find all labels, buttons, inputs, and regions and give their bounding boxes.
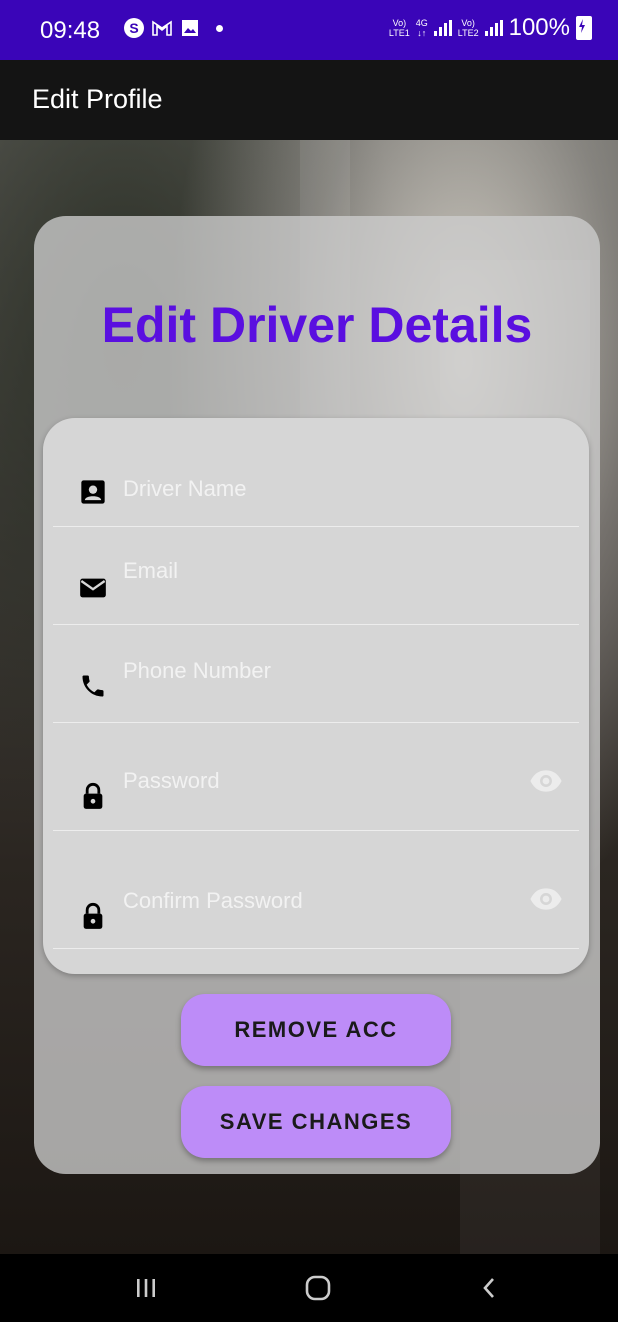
signal-2-icon: [484, 20, 503, 36]
driver-name-row: [53, 438, 579, 527]
phone-row: [53, 624, 579, 723]
confirm-password-row: [53, 830, 579, 949]
volte-1-icon: Vo) LTE1: [389, 18, 410, 38]
volte-2-icon: Vo) LTE2: [458, 18, 479, 38]
net-label: ↓↑: [417, 28, 427, 38]
password-input[interactable]: [121, 762, 505, 800]
dot-icon: [216, 24, 223, 32]
gmail-icon: [152, 18, 172, 38]
status-system-icons: Vo) LTE1 4G ↓↑ Vo) LTE2 100%: [389, 14, 592, 42]
phone-number-input[interactable]: [121, 652, 505, 690]
remove-account-button[interactable]: REMOVE ACC: [181, 994, 451, 1066]
person-icon: [79, 478, 107, 506]
battery-charging-icon: [576, 16, 592, 40]
home-icon[interactable]: [298, 1270, 338, 1306]
email-input[interactable]: [121, 552, 505, 590]
form-fields-card: [43, 418, 589, 974]
driver-name-input[interactable]: [121, 470, 505, 508]
s-icon: S: [124, 18, 144, 38]
status-bar: 09:48 S Vo) LTE1 4G ↓↑ Vo) LTE2 100%: [0, 0, 618, 60]
net-label: LTE2: [457, 28, 479, 38]
mail-icon: [79, 574, 107, 602]
lock-icon: [79, 782, 107, 810]
password-row: [53, 722, 579, 831]
lock-icon: [79, 902, 107, 930]
phone-icon: [79, 672, 107, 700]
gallery-icon: [180, 18, 200, 38]
back-icon[interactable]: [470, 1270, 510, 1306]
form-heading: Edit Driver Details: [101, 297, 533, 353]
email-row: [53, 526, 579, 625]
save-changes-button[interactable]: SAVE CHANGES: [181, 1086, 451, 1158]
net-label: 4G: [415, 18, 428, 28]
eye-icon[interactable]: [529, 764, 563, 798]
confirm-password-input[interactable]: [121, 882, 505, 920]
eye-icon[interactable]: [529, 882, 563, 916]
status-time: 09:48: [40, 17, 101, 44]
signal-1-icon: [433, 20, 452, 36]
page-title: Edit Profile: [32, 84, 163, 114]
battery-percent: 100%: [508, 14, 570, 41]
net-label: Vo): [461, 18, 475, 28]
system-nav-bar: [0, 1254, 618, 1322]
net-label: LTE1: [388, 28, 410, 38]
status-notification-icons: S: [124, 18, 223, 38]
edit-profile-card: Edit Driver Details Driver Name Email Ph…: [34, 216, 600, 1174]
app-bar: Edit Profile: [0, 60, 618, 140]
recents-icon[interactable]: [126, 1270, 166, 1306]
4g-icon: 4G ↓↑: [416, 18, 428, 38]
net-label: Vo): [392, 18, 407, 28]
